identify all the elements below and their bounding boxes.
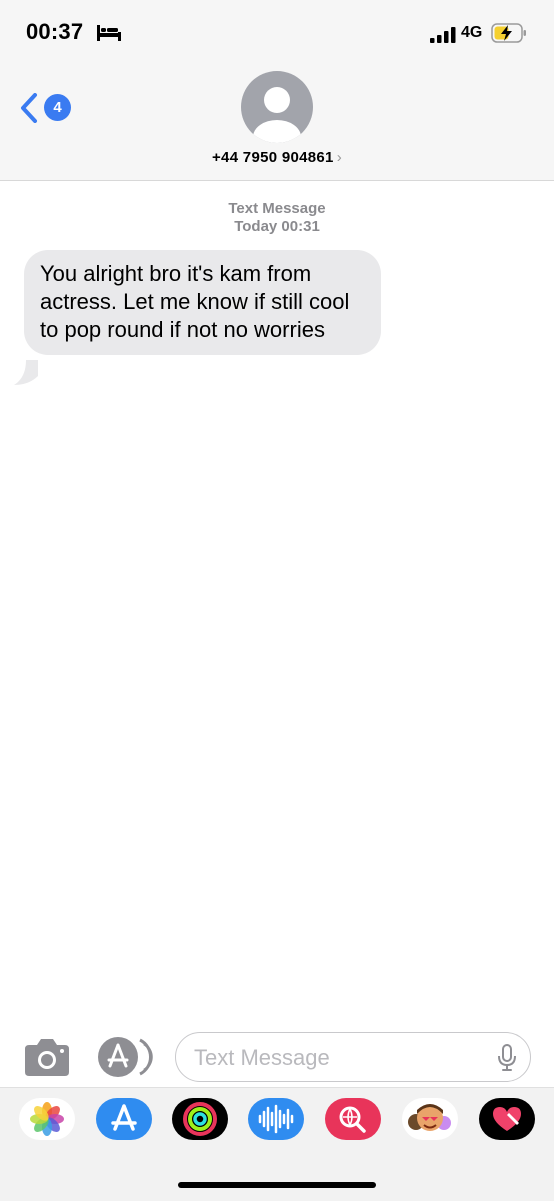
microphone-icon[interactable] bbox=[498, 1044, 516, 1077]
photos-app-icon[interactable] bbox=[19, 1098, 75, 1140]
contact-name: +44 7950 904861 bbox=[212, 149, 334, 166]
unread-count-badge: 4 bbox=[44, 94, 71, 121]
camera-button[interactable] bbox=[24, 1036, 70, 1078]
status-time: 00:37 bbox=[26, 19, 84, 44]
signal-icon bbox=[430, 27, 456, 48]
message-text: You alright bro it's kam from actress. L… bbox=[40, 261, 350, 342]
message-input-field[interactable] bbox=[175, 1032, 531, 1082]
conversation-header: 4 +44 7950 904861 › bbox=[0, 64, 554, 181]
back-button[interactable]: 4 bbox=[20, 89, 80, 127]
service-label: Text Message bbox=[228, 200, 326, 217]
contact-name-button[interactable]: +44 7950 904861 › bbox=[0, 149, 554, 166]
network-type: 4G bbox=[461, 24, 483, 41]
app-store-icon bbox=[98, 1037, 153, 1077]
camera-icon bbox=[25, 1039, 69, 1076]
contact-avatar[interactable] bbox=[241, 71, 313, 143]
timestamp: Today 00:31 bbox=[234, 218, 320, 235]
app-store-app-icon[interactable] bbox=[96, 1098, 152, 1140]
message-timestamp: Text Message Today 00:31 bbox=[0, 200, 554, 236]
audio-message-app-icon[interactable] bbox=[248, 1098, 304, 1140]
apps-button[interactable] bbox=[96, 1036, 154, 1078]
status-bar: 00:37 4G bbox=[0, 0, 554, 64]
message-input[interactable] bbox=[192, 1041, 486, 1075]
bubble-tail bbox=[14, 360, 38, 385]
memoji-app-icon[interactable] bbox=[402, 1098, 458, 1140]
bed-icon bbox=[97, 25, 121, 46]
chevron-right-icon: › bbox=[336, 149, 342, 166]
incoming-message-bubble[interactable]: You alright bro it's kam from actress. L… bbox=[24, 250, 381, 355]
fitness-app-icon[interactable] bbox=[172, 1098, 228, 1140]
digital-touch-app-icon[interactable] bbox=[479, 1098, 535, 1140]
battery-charging-icon bbox=[491, 23, 527, 48]
home-indicator bbox=[178, 1182, 376, 1188]
images-search-app-icon[interactable] bbox=[325, 1098, 381, 1140]
chevron-left-icon bbox=[20, 93, 38, 128]
